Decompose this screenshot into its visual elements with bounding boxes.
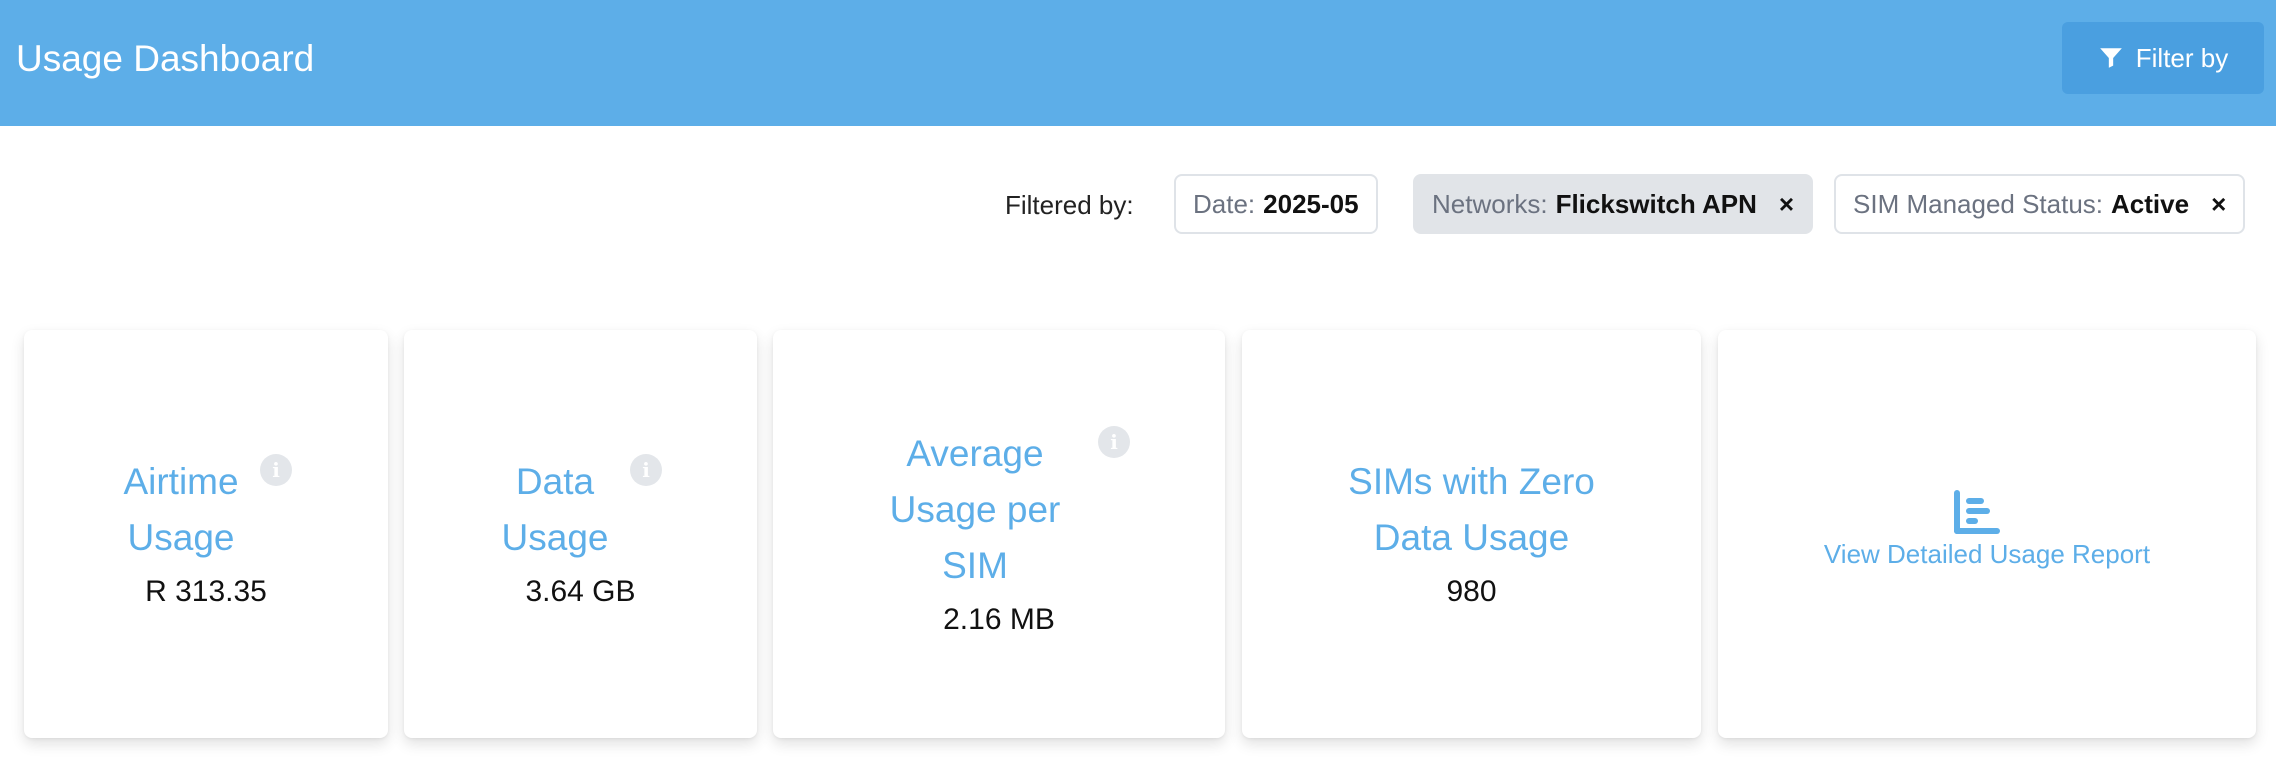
remove-networks-filter-icon[interactable]: × (1779, 189, 1794, 220)
data-value: 3.64 GB (525, 575, 636, 608)
average-title-line2: Usage per (889, 489, 1061, 530)
data-title-line1: Data (515, 461, 595, 502)
data-info-icon[interactable]: i (630, 454, 662, 486)
average-value: 2.16 MB (943, 603, 1055, 636)
chip-sim-status[interactable]: SIM Managed Status: Active × (1834, 174, 2246, 234)
chip-sim-status-key: SIM Managed Status: (1853, 188, 2104, 219)
zero-title-line1: SIMs with Zero (1348, 461, 1595, 502)
chip-networks[interactable]: Networks: Flickswitch APN × (1413, 174, 1814, 234)
zero-title-line2: Data Usage (1373, 517, 1570, 558)
data-title-line2: Usage (501, 517, 609, 558)
average-title-line1: Average (906, 433, 1044, 474)
airtime-value: R 313.35 (145, 575, 267, 608)
header-bar: Usage Dashboard Filter by (0, 0, 2276, 126)
page-title: Usage Dashboard (16, 38, 315, 79)
airtime-title-line1: Airtime (123, 461, 239, 502)
zero-value: 980 (1446, 575, 1497, 608)
chip-date-value: 2025-05 (1263, 188, 1359, 219)
chip-networks-key: Networks: (1432, 188, 1548, 219)
airtime-title-line2: Usage (127, 517, 235, 558)
chip-networks-value: Flickswitch APN (1555, 188, 1757, 219)
chip-sim-status-value: Active (2111, 188, 2190, 219)
view-detailed-usage-report-link[interactable]: View Detailed Usage Report (1718, 536, 2256, 572)
chip-date[interactable]: Date: 2025-05 (1174, 174, 1378, 234)
remove-sim-status-filter-icon[interactable]: × (2211, 189, 2226, 220)
airtime-info-icon[interactable]: i (260, 454, 292, 486)
chip-date-key: Date: (1193, 188, 1256, 219)
bar-chart-icon[interactable] (1952, 490, 2002, 536)
average-title-line3: SIM (942, 545, 1008, 586)
filter-by-label: Filter by (2135, 42, 2229, 73)
filter-by-button[interactable]: Filter by (2062, 22, 2264, 94)
filter-icon (2099, 48, 2122, 68)
average-info-icon[interactable]: i (1098, 426, 1130, 458)
filtered-by-label: Filtered by: (1005, 190, 1134, 220)
